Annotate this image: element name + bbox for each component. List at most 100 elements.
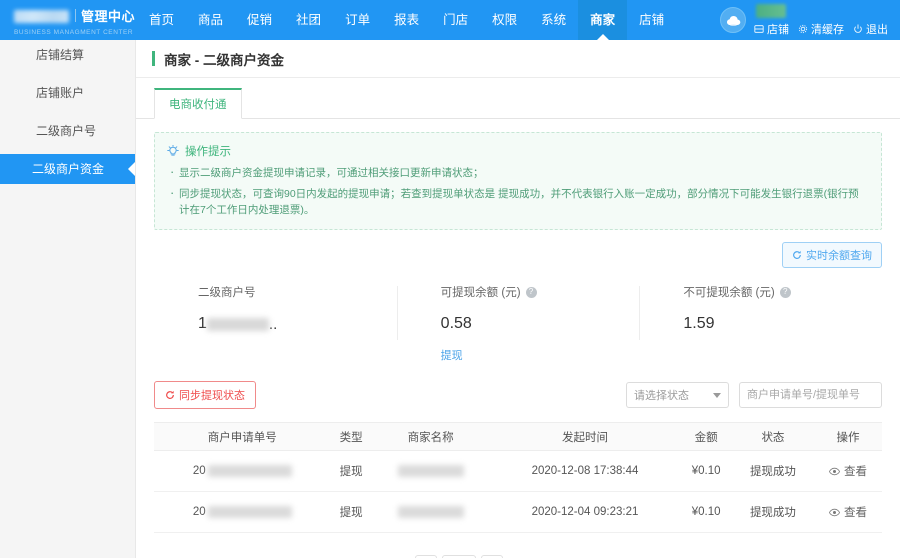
order-no-mask	[207, 506, 292, 518]
nav-item-2[interactable]: 促销	[235, 0, 284, 40]
cell-created-at: 2020-12-08 17:38:44	[489, 450, 681, 492]
stat-value: 0.58	[441, 314, 640, 334]
nav-item-6[interactable]: 门店	[431, 0, 480, 40]
notice-item-1: 同步提现状态，可查询90日内发起的提现申请；若查到提现单状态是 提现成功，并不代…	[167, 185, 869, 218]
bulb-icon	[167, 144, 179, 158]
avatar[interactable]	[720, 7, 746, 33]
view-button[interactable]: 查看	[829, 463, 867, 479]
table-column-header: 商家名称	[371, 422, 490, 451]
main-content: 商家 - 二级商户资金 电商收付通 操作提示 显示二级商户资金提现申请记录，可通…	[135, 40, 900, 558]
withdraw-link[interactable]: 提现	[441, 347, 463, 363]
nav-item-0[interactable]: 首页	[137, 0, 186, 40]
cell-merchant-name	[371, 450, 490, 492]
stat-value-text: 1.59	[683, 315, 715, 332]
tab-ecommerce-payment[interactable]: 电商收付通	[154, 88, 242, 119]
table-column-header: 商户申请单号	[154, 422, 331, 451]
nav-item-7[interactable]: 权限	[480, 0, 529, 40]
status-select[interactable]: 请选择状态	[626, 382, 729, 408]
stat-card-1: 可提现余额 (元)? 0.58 提现	[396, 284, 640, 364]
refresh-icon	[792, 250, 802, 260]
shop-icon	[754, 24, 764, 34]
table-body: 20 提现 2020-12-08 17:38:44 ¥0.10 提现成功 查看 20 提现 20…	[154, 450, 882, 533]
user-name-masked	[756, 3, 786, 18]
value-mask	[206, 317, 269, 331]
cell-status: 提现成功	[731, 491, 815, 533]
nav-item-10[interactable]: 店铺	[627, 0, 676, 40]
sidebar-item-2[interactable]: 二级商户号	[0, 116, 135, 146]
notice-panel: 操作提示 显示二级商户资金提现申请记录，可通过相关接口更新申请状态； 同步提现状态…	[154, 132, 882, 230]
nav-item-5[interactable]: 报表	[382, 0, 431, 40]
stat-label: 不可提现余额 (元)?	[683, 284, 882, 300]
balance-query-row: 实时余额查询	[136, 230, 900, 268]
table-column-header: 状态	[731, 422, 815, 451]
nav-item-4[interactable]: 订单	[333, 0, 382, 40]
order-no-prefix: 20	[192, 465, 206, 477]
header-link-退出[interactable]: 退出	[853, 21, 888, 37]
help-icon[interactable]: ?	[779, 286, 791, 298]
header-user-area: 店铺 清缓存 退出	[720, 0, 900, 40]
table-header-row: 商户申请单号 类型 商家名称 发起时间 金额 状态 操作	[154, 422, 882, 451]
header-link-店铺[interactable]: 店铺	[754, 21, 789, 37]
cell-status: 提现成功	[731, 450, 815, 492]
stat-label-text: 可提现余额 (元)	[440, 287, 521, 299]
cell-amount: ¥0.10	[680, 450, 732, 492]
brand-subtitle: BUSINESS MANAGMENT CENTER	[14, 28, 134, 36]
nav-item-9[interactable]: 商家	[578, 0, 628, 40]
cell-action: 查看	[814, 491, 882, 533]
table-column-header: 类型	[330, 422, 372, 451]
stat-label-text: 二级商户号	[198, 287, 256, 299]
order-no-prefix: 20	[192, 506, 206, 518]
eye-icon	[829, 508, 840, 517]
filter-toolbar: 同步提现状态 请选择状态	[154, 381, 882, 409]
realtime-balance-query-button[interactable]: 实时余额查询	[782, 242, 882, 268]
brand-block: 管理中心 BUSINESS MANAGMENT CENTER	[0, 5, 135, 36]
stat-label: 二级商户号	[198, 284, 397, 300]
page-title-accent	[152, 51, 155, 66]
stat-value-suffix: ..	[268, 315, 278, 333]
nav-item-1[interactable]: 商品	[186, 0, 235, 40]
company-logo	[14, 10, 70, 23]
header-link-label: 退出	[866, 23, 888, 36]
cell-merchant-name	[371, 491, 490, 533]
sidebar-item-0[interactable]: 店铺结算	[0, 40, 135, 70]
sync-withdraw-status-button[interactable]: 同步提现状态	[154, 381, 256, 409]
status-select-value: 请选择状态	[634, 390, 689, 402]
stat-card-0: 二级商户号 1..	[154, 284, 397, 364]
table-head: 商户申请单号 类型 商家名称 发起时间 金额 状态 操作	[154, 422, 882, 451]
top-navigation-bar: 管理中心 BUSINESS MANAGMENT CENTER 首页 商品 促销 社团订…	[0, 0, 900, 40]
table-row: 20 提现 2020-12-04 09:23:21 ¥0.10 提现成功 查看	[154, 491, 882, 533]
table-column-header: 金额	[680, 422, 732, 451]
help-icon[interactable]: ?	[525, 286, 537, 298]
nav-item-8[interactable]: 系统	[529, 0, 578, 40]
header-link-label: 清缓存	[811, 23, 844, 36]
search-input[interactable]	[740, 383, 881, 407]
notice-title: 操作提示	[185, 146, 231, 158]
sidebar-item-3[interactable]: 二级商户资金	[0, 154, 135, 184]
nav-item-3[interactable]: 社团	[284, 0, 333, 40]
cell-type: 提现	[330, 450, 372, 492]
cloud-icon	[726, 15, 740, 26]
order-no-mask	[207, 465, 292, 477]
chevron-down-icon	[713, 392, 721, 398]
stat-value: 1.59	[683, 314, 882, 334]
page-title: 商家 - 二级商户资金	[164, 52, 284, 68]
header-link-清缓存[interactable]: 清缓存	[798, 21, 844, 37]
app-root: 管理中心 BUSINESS MANAGMENT CENTER 首页 商品 促销 社团订…	[0, 0, 900, 558]
stat-value: 1..	[198, 314, 397, 334]
sync-withdraw-status-label: 同步提现状态	[179, 390, 245, 402]
page-header: 商家 - 二级商户资金	[136, 40, 900, 78]
brand-row: 管理中心	[14, 5, 135, 27]
cell-amount: ¥0.10	[680, 491, 732, 533]
user-block: 店铺 清缓存 退出	[754, 3, 888, 37]
sidebar-item-1[interactable]: 店铺账户	[0, 78, 135, 108]
stat-label: 可提现余额 (元)?	[441, 284, 640, 300]
notice-item-0: 显示二级商户资金提现申请记录，可通过相关接口更新申请状态；	[167, 164, 869, 181]
stat-value-prefix: 1	[198, 315, 207, 332]
eye-icon	[829, 467, 840, 476]
table-row: 20 提现 2020-12-08 17:38:44 ¥0.10 提现成功 查看	[154, 450, 882, 492]
cell-action: 查看	[814, 450, 882, 492]
table-column-header: 发起时间	[489, 422, 681, 451]
stat-label-text: 不可提现余额 (元)	[683, 287, 775, 299]
view-button[interactable]: 查看	[829, 504, 867, 520]
cell-type: 提现	[330, 491, 372, 533]
